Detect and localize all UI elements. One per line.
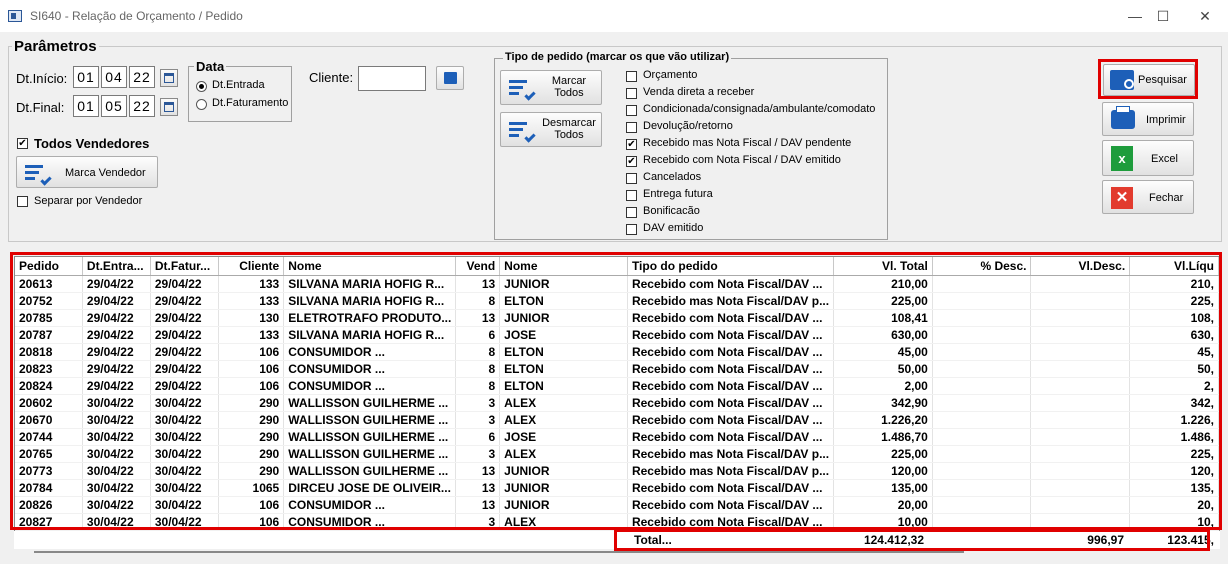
printer-paper [1116,106,1130,113]
tipo-option-label: Venda direta a receber [643,86,755,98]
todos-vendedores-label: Todos Vendedores [34,136,150,151]
dt-inicio-month[interactable]: 04 [101,66,127,88]
fechar-label: Fechar [1149,192,1184,204]
dt-final-year[interactable]: 22 [129,95,155,117]
radio-dt-entrada-label: Dt.Entrada [212,79,265,91]
excel-button[interactable]: x Excel [1102,140,1194,176]
tipo-option-checkbox[interactable]: ✔ [626,139,637,150]
list-check-icon [509,80,536,101]
close-icon: ✕ [1111,187,1133,209]
cliente-label: Cliente: [309,70,354,85]
calendar-icon[interactable] [160,69,178,87]
tipo-option-checkbox[interactable] [626,207,637,218]
tipo-option-label: Cancelados [643,171,702,183]
radio-dt-faturamento[interactable] [196,99,207,110]
tipo-option-checkbox[interactable] [626,173,637,184]
dt-final-label: Dt.Final: [16,100,65,115]
marcar-todos-label: Marcar Todos [551,75,587,99]
list-check-icon [509,122,536,143]
close-window-button[interactable]: ✕ [1182,0,1228,32]
desmarcar-todos-button[interactable]: Desmarcar Todos [500,112,602,147]
excel-label: Excel [1151,153,1178,165]
main-window: SI640 - Relação de Orçamento / Pedido — … [0,0,1228,564]
grid-highlight [10,252,1222,530]
tipo-option-label: Condicionada/consignada/ambulante/comoda… [643,103,876,115]
horizontal-scrollbar[interactable] [34,551,964,553]
app-icon [8,10,22,22]
parameters-title: Parâmetros [12,38,99,55]
tipo-option-label: Bonificacão [643,205,700,217]
imprimir-button[interactable]: Imprimir [1102,102,1194,136]
radio-dt-entrada[interactable] [196,81,207,92]
title-bar: SI640 - Relação de Orçamento / Pedido — … [0,0,1228,32]
separar-vendedor-label: Separar por Vendedor [34,195,143,207]
dt-final-month[interactable]: 05 [101,95,127,117]
tipo-option-checkbox[interactable] [626,224,637,235]
totals-highlight [614,529,1210,551]
fechar-button[interactable]: ✕ Fechar [1102,180,1194,214]
search-client-button[interactable] [436,66,464,90]
list-check-icon [25,165,52,186]
cliente-input[interactable] [358,66,426,91]
marcar-todos-button[interactable]: Marcar Todos [500,70,602,105]
dt-inicio-day[interactable]: 01 [73,66,99,88]
tipo-option-checkbox[interactable] [626,71,637,82]
desmarcar-todos-label: Desmarcar Todos [542,117,596,141]
excel-icon: x [1111,146,1133,171]
dt-inicio-year[interactable]: 22 [129,66,155,88]
maximize-button[interactable]: ☐ [1140,0,1186,32]
dt-final-day[interactable]: 01 [73,95,99,117]
tipo-option-checkbox[interactable] [626,190,637,201]
calendar-icon[interactable] [160,98,178,116]
tipo-option-label: Orçamento [643,69,698,81]
tipo-option-checkbox[interactable] [626,105,637,116]
imprimir-label: Imprimir [1146,114,1186,126]
marca-vendedor-label: Marca Vendedor [65,167,146,179]
tipo-option-label: Entrega futura [643,188,713,200]
search-icon [444,72,457,84]
tipo-option-label: Recebido com Nota Fiscal / DAV emitido [643,154,841,166]
pesquisar-highlight [1098,59,1198,99]
tipo-option-label: Recebido mas Nota Fiscal / DAV pendente [643,137,852,149]
marca-vendedor-button[interactable]: Marca Vendedor [16,156,158,188]
separar-vendedor-checkbox[interactable] [17,196,28,207]
todos-vendedores-checkbox[interactable]: ✔ [17,138,28,149]
tipo-option-checkbox[interactable]: ✔ [626,156,637,167]
tipo-option-label: Devolução/retorno [643,120,733,132]
tipo-option-label: DAV emitido [643,222,704,234]
tipo-pedido-title: Tipo de pedido (marcar os que vão utiliz… [503,51,732,63]
dt-inicio-label: Dt.Início: [16,71,68,86]
tipo-option-checkbox[interactable] [626,88,637,99]
data-group [188,66,292,122]
data-group-title: Data [194,59,227,74]
tipo-option-checkbox[interactable] [626,122,637,133]
radio-dt-faturamento-label: Dt.Faturamento [212,97,289,109]
window-title: SI640 - Relação de Orçamento / Pedido [30,9,243,23]
